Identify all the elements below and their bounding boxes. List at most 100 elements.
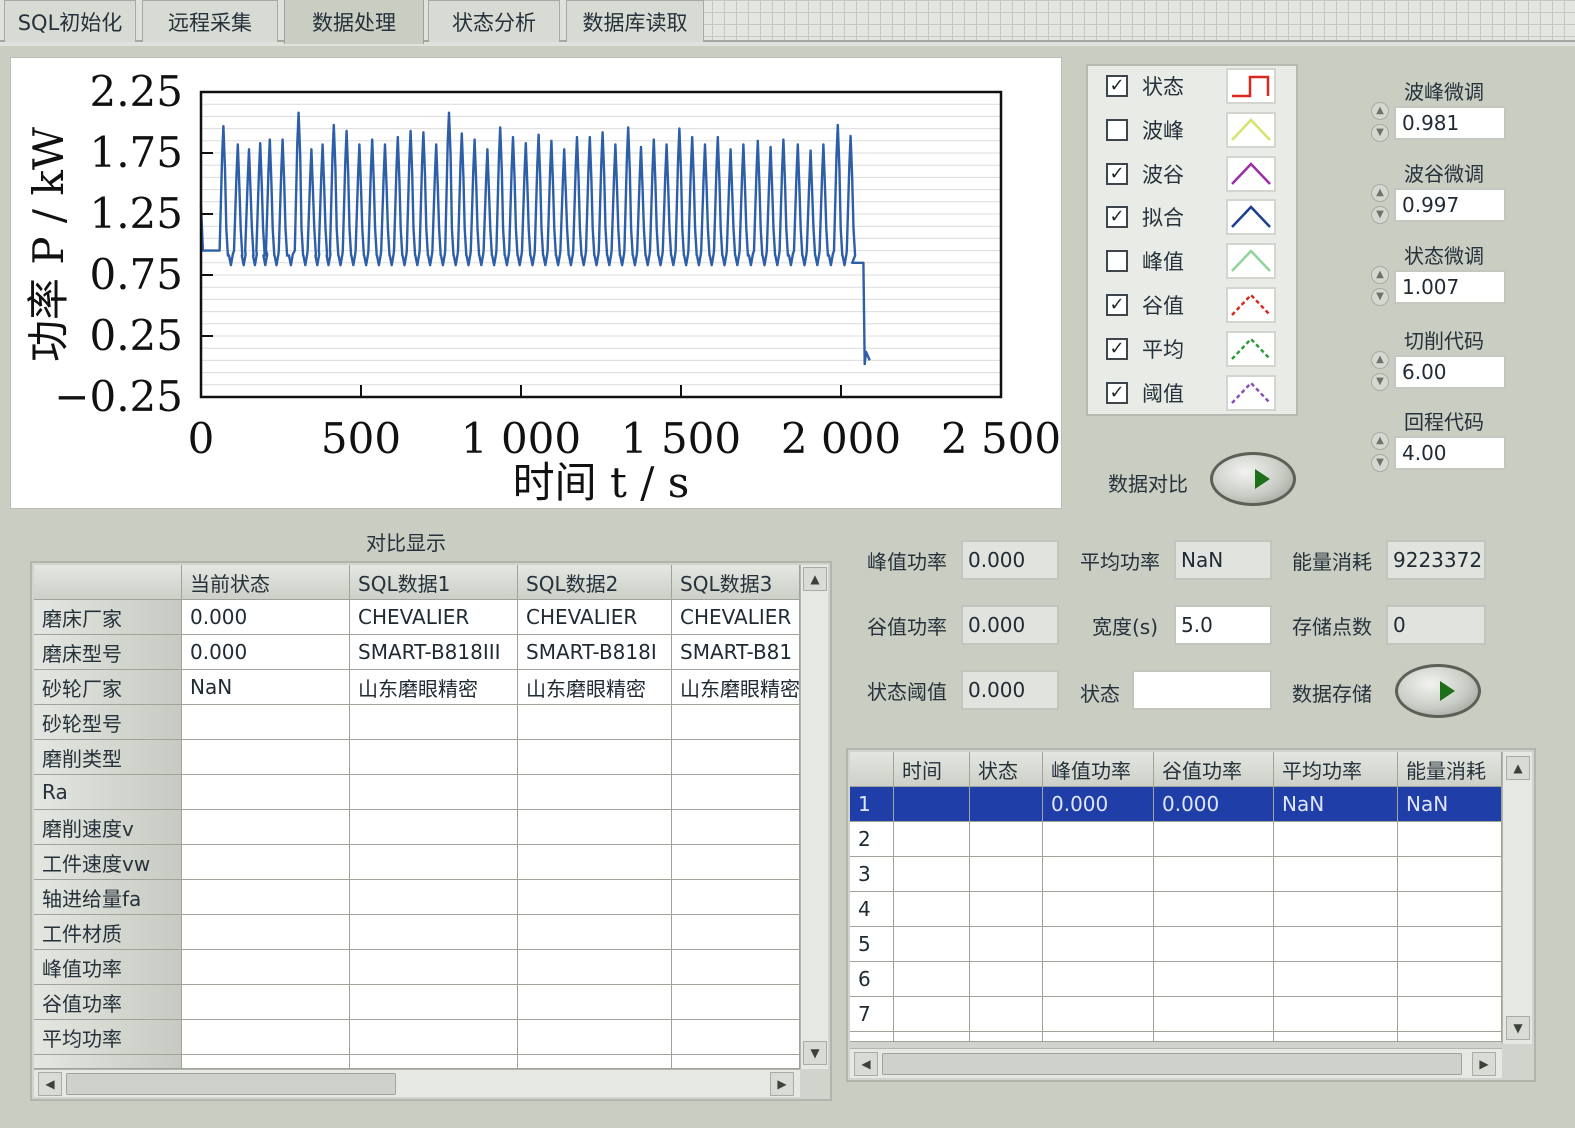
data-cell[interactable] <box>970 892 1043 927</box>
decrement-arrow-icon[interactable]: ▼ <box>1371 288 1389 306</box>
compare-cell[interactable]: CHEVALIER <box>518 600 672 635</box>
compare-cell[interactable] <box>518 950 672 985</box>
compare-cell[interactable]: SMART-B818I <box>518 635 672 670</box>
compare-cell[interactable] <box>672 810 800 845</box>
legend-checkbox[interactable]: ✓ <box>1106 381 1128 404</box>
peak-icon[interactable] <box>1226 243 1276 280</box>
compare-cell[interactable]: 山东磨眼精密 <box>518 670 672 705</box>
compare-cell[interactable] <box>672 740 800 775</box>
data-column-header[interactable]: 状态 <box>970 752 1043 787</box>
compare-cell[interactable] <box>182 1055 350 1069</box>
data-cell[interactable] <box>894 962 970 997</box>
data-cell[interactable] <box>970 857 1043 892</box>
data-cell[interactable] <box>1043 962 1154 997</box>
compare-cell[interactable]: 山东磨眼精密 <box>350 670 518 705</box>
scroll-up-icon[interactable]: ▲ <box>803 567 827 591</box>
increment-arrow-icon[interactable]: ▲ <box>1371 266 1389 284</box>
compare-horizontal-scrollbar[interactable]: ◀ ▶ <box>34 1069 800 1097</box>
compare-cell[interactable] <box>350 705 518 740</box>
data-column-header[interactable]: 时间 <box>894 752 970 787</box>
compare-cell[interactable] <box>182 880 350 915</box>
compare-cell[interactable] <box>350 880 518 915</box>
data-cell[interactable] <box>850 1032 894 1042</box>
data-cell[interactable] <box>970 1032 1043 1042</box>
compare-cell[interactable] <box>672 950 800 985</box>
data-cell[interactable] <box>894 822 970 857</box>
data-row-index[interactable]: 7 <box>850 997 894 1032</box>
scroll-up-icon[interactable]: ▲ <box>1506 756 1530 780</box>
compare-cell[interactable] <box>182 705 350 740</box>
data-cell[interactable] <box>1398 857 1502 892</box>
data-cell[interactable] <box>970 927 1043 962</box>
data-cell[interactable] <box>894 892 970 927</box>
compare-cell[interactable] <box>518 1055 672 1069</box>
compare-column-header[interactable]: SQL数据2 <box>518 565 672 600</box>
compare-cell[interactable] <box>182 845 350 880</box>
tab-state-analysis[interactable]: 状态分析 <box>428 0 560 42</box>
data-cell[interactable] <box>1154 997 1274 1032</box>
decrement-arrow-icon[interactable]: ▼ <box>1371 373 1389 391</box>
data-vertical-scrollbar[interactable]: ▲ ▼ <box>1502 752 1532 1044</box>
compare-cell[interactable] <box>672 880 800 915</box>
compare-button[interactable] <box>1210 452 1296 506</box>
compare-column-header[interactable]: 当前状态 <box>182 565 350 600</box>
compare-cell[interactable] <box>518 775 672 810</box>
data-cell[interactable] <box>970 962 1043 997</box>
compare-cell[interactable] <box>672 1055 800 1069</box>
compare-cell[interactable] <box>182 950 350 985</box>
legend-checkbox[interactable]: ✓ <box>1106 294 1128 316</box>
data-cell[interactable] <box>1274 1032 1398 1042</box>
peak-icon[interactable] <box>1226 155 1276 192</box>
data-cell[interactable] <box>1398 997 1502 1032</box>
tuning-input[interactable]: 6.00 <box>1394 355 1506 389</box>
step-icon[interactable] <box>1226 68 1276 104</box>
data-row-index[interactable]: 2 <box>850 822 894 857</box>
compare-cell[interactable] <box>672 775 800 810</box>
compare-cell[interactable] <box>518 705 672 740</box>
compare-cell[interactable] <box>350 915 518 950</box>
data-cell[interactable]: 0.000 <box>1154 787 1274 822</box>
data-cell[interactable] <box>1274 997 1398 1032</box>
scroll-down-icon[interactable]: ▼ <box>1506 1016 1530 1040</box>
data-cell[interactable] <box>1274 892 1398 927</box>
data-row-index[interactable]: 6 <box>850 962 894 997</box>
data-cell[interactable] <box>1398 927 1502 962</box>
data-cell[interactable] <box>894 857 970 892</box>
decrement-arrow-icon[interactable]: ▼ <box>1371 454 1389 472</box>
data-cell[interactable] <box>970 787 1043 822</box>
compare-column-header[interactable]: SQL数据3 <box>672 565 800 600</box>
compare-cell[interactable] <box>350 950 518 985</box>
tab-data-processing[interactable]: 数据处理 <box>284 0 424 44</box>
data-cell[interactable] <box>1154 822 1274 857</box>
data-row-index[interactable]: 1 <box>850 787 894 822</box>
compare-cell[interactable] <box>672 985 800 1020</box>
spin-buttons[interactable]: ▲ ▼ <box>1370 351 1390 391</box>
data-row-index[interactable]: 5 <box>850 927 894 962</box>
data-horizontal-scrollbar[interactable]: ◀ ▶ <box>850 1048 1502 1078</box>
data-cell[interactable]: 0.000 <box>1043 787 1154 822</box>
data-cell[interactable] <box>894 997 970 1032</box>
compare-cell[interactable] <box>350 775 518 810</box>
tuning-input[interactable]: 0.981 <box>1394 106 1506 140</box>
peak-icon[interactable] <box>1226 199 1276 236</box>
compare-cell[interactable] <box>182 810 350 845</box>
data-cell[interactable] <box>1154 1032 1274 1042</box>
increment-arrow-icon[interactable]: ▲ <box>1371 184 1389 202</box>
data-cell[interactable] <box>1154 962 1274 997</box>
data-cell[interactable] <box>894 927 970 962</box>
peak-icon[interactable] <box>1226 111 1276 148</box>
compare-cell[interactable]: 山东磨眼精密 <box>672 670 800 705</box>
compare-cell[interactable] <box>182 915 350 950</box>
store-button[interactable] <box>1395 664 1481 718</box>
data-cell[interactable] <box>894 787 970 822</box>
legend-checkbox[interactable]: ✓ <box>1106 75 1128 97</box>
compare-cell[interactable]: SMART-B818III <box>350 635 518 670</box>
compare-cell[interactable] <box>518 845 672 880</box>
tuning-input[interactable]: 1.007 <box>1394 270 1506 304</box>
data-column-header[interactable]: 平均功率 <box>1274 752 1398 787</box>
legend-checkbox[interactable] <box>1106 118 1128 141</box>
compare-cell[interactable] <box>350 1020 518 1055</box>
scroll-down-icon[interactable]: ▼ <box>803 1041 827 1065</box>
increment-arrow-icon[interactable]: ▲ <box>1371 432 1389 450</box>
data-cell[interactable]: NaN <box>1398 787 1502 822</box>
